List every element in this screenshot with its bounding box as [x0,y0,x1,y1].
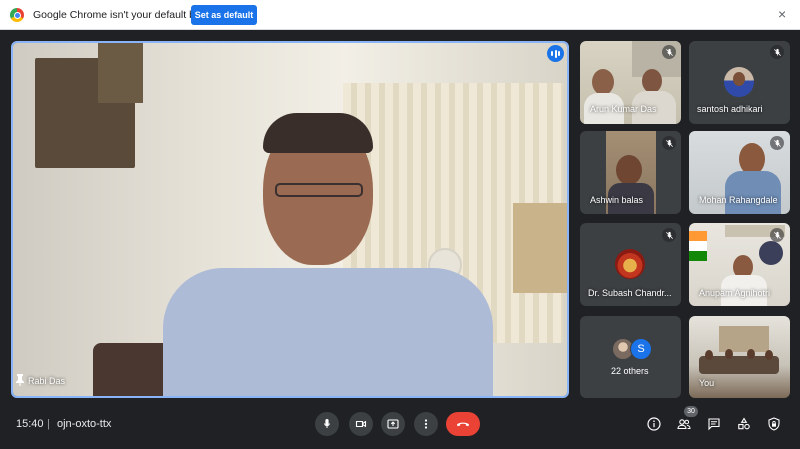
chrome-logo-icon [10,8,24,22]
shield-lock-icon [768,417,780,431]
avatar [724,67,754,97]
speaker-body [163,268,493,396]
avatar: S [630,338,652,360]
camera-icon [355,420,367,428]
host-controls-button[interactable] [766,416,782,432]
present-icon [387,419,399,429]
avatar-letter: S [637,343,645,355]
muted-mic-icon [770,136,784,150]
info-icon [647,417,661,431]
default-browser-infobar: Google Chrome isn't your default browser… [0,0,800,30]
activities-button[interactable] [736,416,752,432]
muted-mic-icon [662,228,676,242]
microphone-button[interactable] [315,412,339,436]
participant-name: Dr. Subash Chandr... [588,288,672,298]
pin-icon[interactable] [16,374,24,386]
muted-mic-icon [662,136,676,150]
participant-name: Mohan Rahangdale [699,195,778,205]
leave-call-button[interactable] [446,412,480,436]
main-participant-name: Rabi Das [28,376,66,386]
meeting-code: ojn-oxto-ttx [57,418,112,430]
muted-mic-icon [662,45,676,59]
people-button[interactable] [676,416,692,432]
main-video-tile[interactable] [11,41,569,398]
people-count-badge: 30 [684,406,698,417]
meeting-details-button[interactable] [646,416,662,432]
participant-name: santosh adhikari [697,104,763,114]
more-vert-icon [424,419,428,429]
shelf [513,203,567,293]
close-icon[interactable]: × [778,7,786,21]
chat-icon [708,418,720,431]
camera-button[interactable] [349,412,373,436]
participant-name: Arun Kumar Das [590,104,657,114]
avatar [615,249,645,279]
separator: | [47,418,50,430]
clock-time: 15:40 [16,418,44,430]
participant-name: Ashwin balas [590,195,644,205]
speaker-glasses [275,183,363,197]
hang-up-icon [457,422,469,427]
microphone-icon [324,419,330,428]
muted-mic-icon [770,228,784,242]
participant-video [592,69,614,95]
more-options-button[interactable] [414,412,438,436]
set-as-default-button[interactable]: Set as default [191,5,257,25]
people-icon [677,419,691,430]
others-count-label: 22 others [611,366,649,376]
wall-picture [98,43,143,103]
self-name: You [699,378,715,388]
chat-button[interactable] [706,416,722,432]
speaker-hair [263,113,373,153]
muted-mic-icon [770,45,784,59]
speaking-indicator-icon [547,45,564,62]
participant-name: Anupam Agnihotri [699,288,771,298]
present-screen-button[interactable] [381,412,405,436]
activities-icon [738,417,750,430]
